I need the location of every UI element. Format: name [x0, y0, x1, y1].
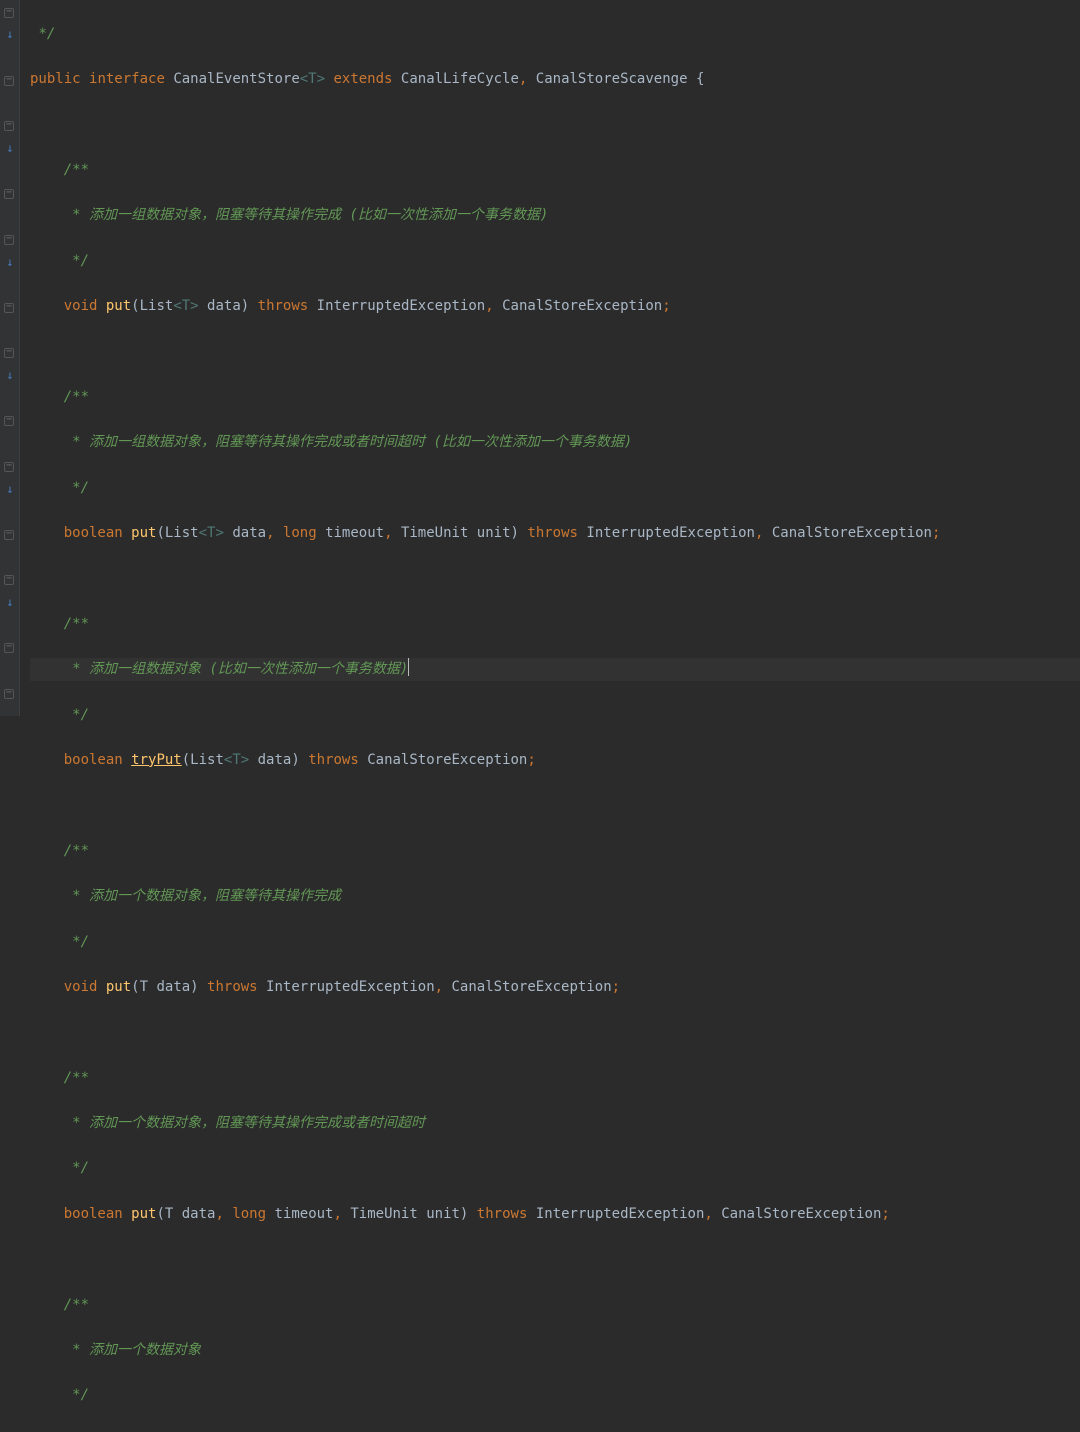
method-put: put — [131, 1206, 156, 1222]
text-caret — [408, 658, 409, 676]
kw-void: void — [64, 298, 106, 314]
ex2: CanalStoreException — [502, 298, 662, 314]
fold-icon[interactable] — [4, 462, 14, 472]
editor-gutter — [0, 0, 20, 716]
fold-icon[interactable] — [4, 416, 14, 426]
doc-body: * 添加一组数据对象，阻塞等待其操作完成或者时间超时 (比如一次性添加一个事务数… — [64, 434, 633, 450]
fold-icon[interactable] — [4, 303, 14, 313]
kw-boolean: boolean — [64, 525, 131, 541]
comment-end: */ — [38, 26, 55, 42]
kw-extends: extends — [333, 71, 400, 87]
doc-start: /** — [64, 389, 89, 405]
code-editor[interactable]: */ public interface CanalEventStore<T> e… — [20, 0, 1080, 716]
doc-body: * 添加一组数据对象，阻塞等待其操作完成 (比如一次性添加一个事务数据) — [64, 207, 549, 223]
method-tryput: tryPut — [131, 752, 182, 768]
override-icon[interactable] — [4, 597, 16, 607]
doc-end: */ — [64, 253, 89, 269]
ex1: InterruptedException — [317, 298, 486, 314]
fold-icon[interactable] — [4, 76, 14, 86]
fold-icon[interactable] — [4, 235, 14, 245]
doc-end: */ — [64, 480, 89, 496]
override-icon[interactable] — [4, 257, 16, 267]
doc-start: /** — [64, 616, 89, 632]
method-put: put — [131, 525, 156, 541]
override-icon[interactable] — [4, 370, 16, 380]
override-icon[interactable] — [4, 29, 16, 39]
kw-throws: throws — [258, 298, 317, 314]
type-param: <T> — [300, 71, 334, 87]
fold-icon[interactable] — [4, 8, 14, 18]
kw-interface: interface — [89, 71, 173, 87]
param: (List — [131, 298, 173, 314]
method-put: put — [106, 979, 131, 995]
fold-icon[interactable] — [4, 689, 14, 699]
type-param: <T> — [173, 298, 198, 314]
param2: data) — [199, 298, 258, 314]
doc-body: * 添加一组数据对象 (比如一次性添加一个事务数据) — [64, 661, 409, 677]
super2: CanalStoreScavenge — [536, 71, 696, 87]
comma: , — [519, 71, 536, 87]
override-icon[interactable] — [4, 143, 16, 153]
fold-icon[interactable] — [4, 189, 14, 199]
method-put: put — [106, 298, 131, 314]
super1: CanalLifeCycle — [401, 71, 519, 87]
fold-icon[interactable] — [4, 530, 14, 540]
doc-start: /** — [64, 162, 89, 178]
fold-icon[interactable] — [4, 121, 14, 131]
fold-icon[interactable] — [4, 348, 14, 358]
fold-icon[interactable] — [4, 575, 14, 585]
brace: { — [696, 71, 704, 87]
fold-icon[interactable] — [4, 643, 14, 653]
current-line: * 添加一组数据对象 (比如一次性添加一个事务数据) — [30, 658, 1080, 681]
type-name: CanalEventStore — [173, 71, 299, 87]
doc-end: */ — [64, 707, 89, 723]
kw-public: public — [30, 71, 89, 87]
override-icon[interactable] — [4, 484, 16, 494]
